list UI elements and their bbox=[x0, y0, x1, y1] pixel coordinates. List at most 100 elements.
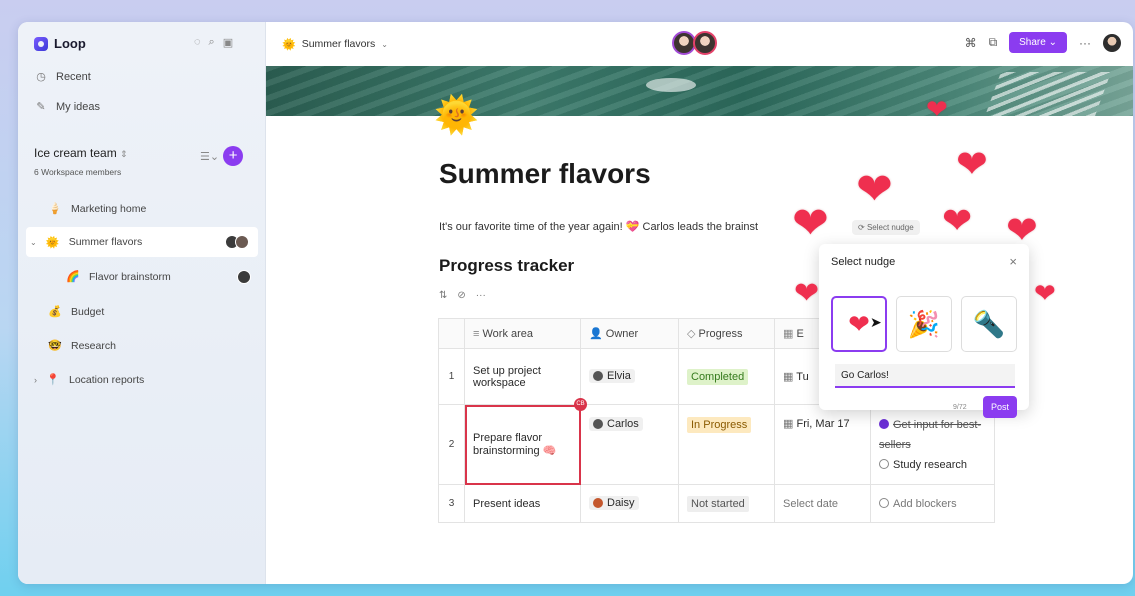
idea-icon: ✎ bbox=[36, 101, 46, 113]
heart-icon: ❤ bbox=[792, 199, 829, 248]
sidebar-item-research[interactable]: 🤓 Research bbox=[48, 339, 116, 353]
sidebar-item-marketing-home[interactable]: 🍦 Marketing home bbox=[48, 202, 146, 216]
sort-icon[interactable]: ⇅ bbox=[439, 290, 447, 301]
page-presence-avatar bbox=[237, 270, 251, 284]
intro-paragraph: It's our favorite time of the year again… bbox=[439, 221, 759, 233]
date-cell[interactable]: ▦ Fri, Mar 17 bbox=[774, 404, 871, 485]
owner-cell[interactable]: Daisy bbox=[580, 484, 679, 523]
nav-recent[interactable]: ◷ Recent bbox=[34, 70, 91, 84]
bell-icon[interactable]: ◌ bbox=[194, 36, 201, 49]
search-icon[interactable]: ⌕ bbox=[209, 36, 215, 49]
sidebar-top-tools: ◌ ⌕ ▣ bbox=[194, 36, 233, 49]
loop-logo-icon bbox=[34, 36, 48, 51]
column-header-work-area[interactable]: ≡ Work area bbox=[464, 318, 581, 349]
workspace-title[interactable]: Ice cream team ⇕ bbox=[34, 146, 128, 160]
flashlight-icon: 🔦 bbox=[972, 308, 1006, 339]
rainbow-icon: 🌈 bbox=[66, 271, 80, 283]
progress-cell[interactable]: Completed bbox=[678, 348, 775, 405]
section-title: Progress tracker bbox=[439, 256, 575, 275]
check-icon bbox=[879, 419, 889, 429]
nudge-options: ❤ 🎉 🔦 bbox=[831, 296, 1017, 352]
heart-icon: ❤ bbox=[856, 165, 893, 214]
heart-icon: ❤ bbox=[848, 308, 870, 339]
nudge-message-input[interactable]: Go Carlos! bbox=[835, 364, 1015, 388]
heart-icon: ❤ bbox=[942, 200, 973, 241]
nav-my-ideas[interactable]: ✎ My ideas bbox=[34, 100, 101, 114]
post-button[interactable]: Post bbox=[982, 396, 1017, 418]
table-row: 2 Prepare flavor brainstorming 🧠 CB Carl… bbox=[438, 398, 995, 485]
circle-icon bbox=[879, 459, 889, 469]
share-button[interactable]: Share ⌄ bbox=[1009, 32, 1067, 53]
ice-cream-icon: 🍦 bbox=[48, 203, 62, 215]
avatar bbox=[593, 371, 603, 381]
select-nudge-popover: Select nudge × ❤ 🎉 🔦 Go Carlos! 9/72 Pos… bbox=[819, 244, 1029, 418]
research-icon: 🤓 bbox=[48, 340, 62, 352]
layout-icon[interactable]: ▣ bbox=[223, 36, 233, 49]
row-number: 3 bbox=[438, 484, 465, 523]
owner-cell[interactable]: Elvia bbox=[580, 348, 679, 405]
money-bag-icon: 💰 bbox=[48, 306, 62, 318]
progress-cell[interactable]: In Progress bbox=[678, 404, 775, 485]
chevron-down-icon: ⌄ bbox=[381, 39, 388, 49]
sidebar-item-flavor-brainstorm[interactable]: 🌈 Flavor brainstorm bbox=[66, 270, 171, 284]
brain-icon: 🧠 bbox=[542, 445, 557, 457]
heart-icon: ❤ bbox=[794, 277, 820, 310]
clock-icon: ◷ bbox=[36, 71, 46, 83]
work-area-cell[interactable]: Present ideas bbox=[464, 484, 581, 523]
calendar-icon: ▦ bbox=[783, 371, 794, 383]
row-number: 1 bbox=[438, 348, 465, 405]
collaborator-cursor-badge: CB bbox=[574, 398, 587, 411]
heart-icon: ❤ bbox=[1034, 278, 1056, 308]
page-emoji-sun-icon[interactable]: 🌞 bbox=[434, 94, 479, 136]
apps-icon[interactable]: ⌘ bbox=[965, 36, 977, 50]
sun-icon: 🌞 bbox=[45, 236, 60, 249]
blocker-cell[interactable]: Get input for best-sellers Study researc… bbox=[870, 404, 995, 485]
more-icon[interactable]: ··· bbox=[1079, 36, 1091, 50]
date-cell[interactable]: Select date bbox=[774, 484, 871, 523]
avatar bbox=[593, 419, 603, 429]
app-name: Loop bbox=[54, 36, 86, 51]
add-page-button[interactable]: + bbox=[223, 146, 244, 166]
nudge-option-party[interactable]: 🎉 bbox=[896, 296, 952, 352]
mouse-cursor-icon: ➤ bbox=[870, 314, 882, 330]
column-header-owner[interactable]: 👤 Owner bbox=[580, 318, 679, 349]
sidebar-item-summer-flavors[interactable]: ⌄ 🌞 Summer flavors bbox=[26, 227, 258, 257]
filter-icon[interactable]: ⊘ bbox=[457, 290, 465, 301]
toolbar-right: ⌘ ⧉ Share ⌄ ··· bbox=[965, 32, 1121, 53]
owner-cell[interactable]: Carlos bbox=[580, 404, 679, 485]
nav-my-ideas-label: My ideas bbox=[56, 100, 101, 113]
main-content: 🌞 Summer flavors ⌄ ⌘ ⧉ Share ⌄ ··· 🌞 Sum… bbox=[266, 22, 1133, 584]
page-presence-avatars bbox=[225, 235, 249, 249]
list-options-icon[interactable]: ☰⌄ bbox=[200, 150, 219, 163]
checklist-item-done[interactable]: Get input for best-sellers bbox=[879, 415, 986, 455]
app-logo[interactable]: Loop bbox=[34, 36, 86, 51]
calendar-icon: ▦ bbox=[783, 418, 794, 430]
avatar bbox=[235, 235, 249, 249]
nudge-option-flashlight[interactable]: 🔦 bbox=[961, 296, 1017, 352]
checklist-item[interactable]: Study research bbox=[879, 455, 986, 475]
avatar[interactable] bbox=[1103, 33, 1121, 52]
work-area-cell-editing[interactable]: Prepare flavor brainstorming 🧠 CB bbox=[464, 398, 587, 485]
column-header-progress[interactable]: ◇ Progress bbox=[678, 318, 775, 349]
collaborator-avatars[interactable] bbox=[672, 31, 717, 55]
status-badge: Completed bbox=[687, 368, 749, 385]
progress-cell[interactable]: Not started bbox=[678, 484, 775, 523]
chevron-down-icon[interactable]: ⌄ bbox=[30, 238, 37, 247]
work-area-cell[interactable]: Set up project workspace bbox=[464, 348, 581, 405]
avatar bbox=[237, 270, 251, 284]
chevron-right-icon[interactable]: › bbox=[34, 375, 37, 385]
workspace-members: 6 Workspace members bbox=[34, 167, 122, 177]
select-nudge-chip[interactable]: ⟳ Select nudge bbox=[852, 220, 920, 235]
party-popper-icon: 🎉 bbox=[907, 308, 941, 339]
heart-icon: ❤ bbox=[956, 144, 988, 186]
workspace-tools: ☰⌄ + bbox=[200, 146, 244, 166]
sidebar-item-budget[interactable]: 💰 Budget bbox=[48, 305, 104, 319]
breadcrumb[interactable]: 🌞 Summer flavors ⌄ bbox=[282, 38, 388, 51]
blocker-cell[interactable]: Add blockers bbox=[870, 484, 995, 523]
close-icon[interactable]: × bbox=[1009, 254, 1017, 269]
copy-icon[interactable]: ⧉ bbox=[989, 35, 998, 50]
more-icon[interactable]: ··· bbox=[476, 290, 486, 301]
sidebar-item-location-reports[interactable]: › 📍 Location reports bbox=[34, 373, 144, 387]
heart-icon: ❤ bbox=[926, 94, 948, 124]
page-banner-image bbox=[266, 66, 1133, 116]
